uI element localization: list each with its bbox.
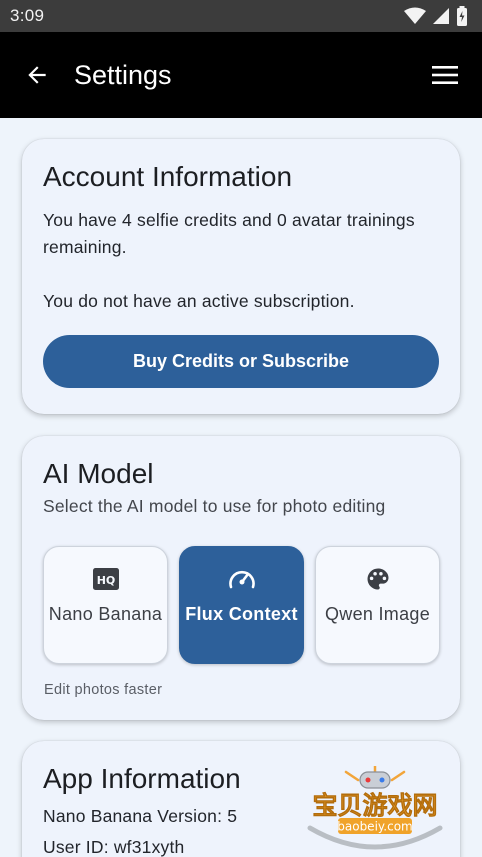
status-time: 3:09 (10, 6, 45, 25)
menu-icon (432, 66, 458, 84)
model-label: Qwen Image (324, 604, 431, 624)
subscription-text: You do not have an active subscription. (43, 291, 355, 311)
palette-icon (364, 565, 392, 593)
model-option-qwen-image[interactable]: Qwen Image (315, 546, 440, 664)
speedometer-icon (228, 565, 256, 593)
watermark-url-text: baobeiy.com (337, 820, 412, 834)
hq-icon: HQ (92, 565, 120, 593)
watermark-logo: 宝贝游戏网 baobeiy.com (307, 766, 443, 850)
account-title: Account Information (43, 161, 293, 192)
model-helper-text: Edit photos faster (44, 682, 163, 698)
model-option-flux-context[interactable]: Flux Context (179, 546, 304, 664)
menu-button[interactable] (430, 60, 460, 90)
buy-credits-button[interactable]: Buy Credits or Subscribe (43, 335, 439, 388)
watermark-cn-text: 宝贝游戏网 (312, 791, 437, 820)
model-options: HQ Nano Banana Flux Context Qwen Image (43, 546, 440, 664)
wifi-icon (404, 7, 426, 24)
arrow-back-icon (28, 66, 46, 84)
ai-model-title: AI Model (43, 458, 154, 489)
status-bar: 3:09 (0, 0, 482, 32)
ai-model-subtitle: Select the AI model to use for photo edi… (43, 496, 386, 516)
account-card: Account Information You have 4 selfie cr… (22, 139, 460, 414)
model-label: Flux Context (185, 604, 298, 624)
back-button[interactable] (22, 60, 52, 90)
app-bar: Settings (0, 32, 482, 118)
credits-text: You have 4 selfie credits and 0 avatar t… (43, 210, 415, 257)
battery-icon (457, 6, 467, 26)
model-option-nano-banana[interactable]: HQ Nano Banana (43, 546, 168, 664)
svg-text:HQ: HQ (96, 574, 115, 587)
model-label: Nano Banana (48, 604, 163, 624)
signal-icon (433, 8, 449, 24)
ai-model-card: AI Model Select the AI model to use for … (22, 436, 460, 720)
page-title: Settings (74, 59, 172, 90)
status-icons (404, 6, 468, 26)
